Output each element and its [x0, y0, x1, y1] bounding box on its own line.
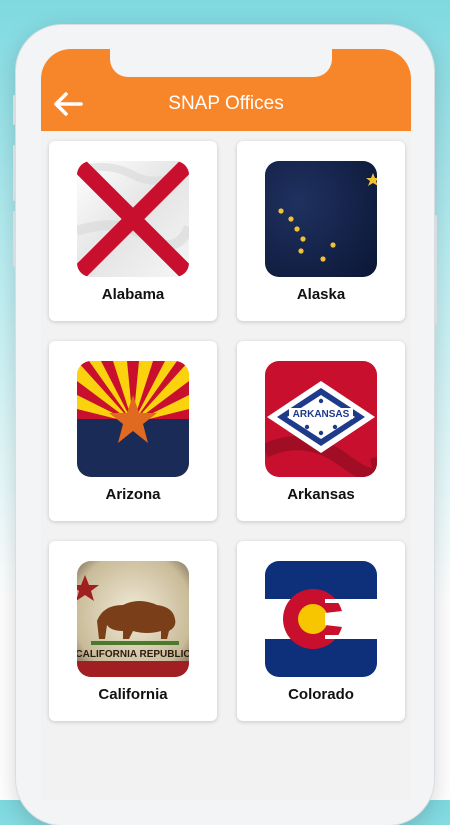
svg-text:ARKANSAS: ARKANSAS: [293, 409, 350, 420]
phone-button: [434, 215, 437, 325]
state-card-arkansas[interactable]: ARKANSAS Arkansas: [237, 341, 405, 521]
state-card-alabama[interactable]: Alabama: [49, 141, 217, 321]
svg-text:CALIFORNIA REPUBLIC: CALIFORNIA REPUBLIC: [77, 649, 189, 660]
alabama-flag-icon: [77, 161, 189, 277]
arizona-flag-icon: [77, 361, 189, 477]
phone-button: [13, 145, 16, 201]
california-flag-icon: CALIFORNIA REPUBLIC: [77, 561, 189, 677]
state-name: California: [98, 686, 168, 703]
state-card-colorado[interactable]: Colorado: [237, 541, 405, 721]
state-card-alaska[interactable]: Alaska: [237, 141, 405, 321]
colorado-flag-icon: [265, 561, 377, 677]
app-screen: SNAP Offices Alabama Alaska Arizona ARKA…: [41, 49, 411, 800]
phone-button: [13, 211, 16, 267]
state-card-arizona[interactable]: Arizona: [49, 341, 217, 521]
state-name: Colorado: [288, 686, 354, 703]
state-card-california[interactable]: CALIFORNIA REPUBLIC California: [49, 541, 217, 721]
app-bar: SNAP Offices: [41, 49, 411, 131]
arkansas-flag-icon: ARKANSAS: [265, 361, 377, 477]
state-name: Arkansas: [287, 486, 355, 503]
state-name: Arizona: [105, 486, 161, 503]
phone-button: [13, 95, 16, 125]
state-grid: Alabama Alaska Arizona ARKANSAS Arkansas…: [49, 141, 405, 721]
state-name: Alabama: [101, 286, 165, 303]
phone-notch: [110, 49, 332, 77]
alaska-flag-icon: [265, 161, 377, 277]
state-name: Alaska: [296, 286, 346, 303]
page-title: SNAP Offices: [168, 93, 284, 114]
